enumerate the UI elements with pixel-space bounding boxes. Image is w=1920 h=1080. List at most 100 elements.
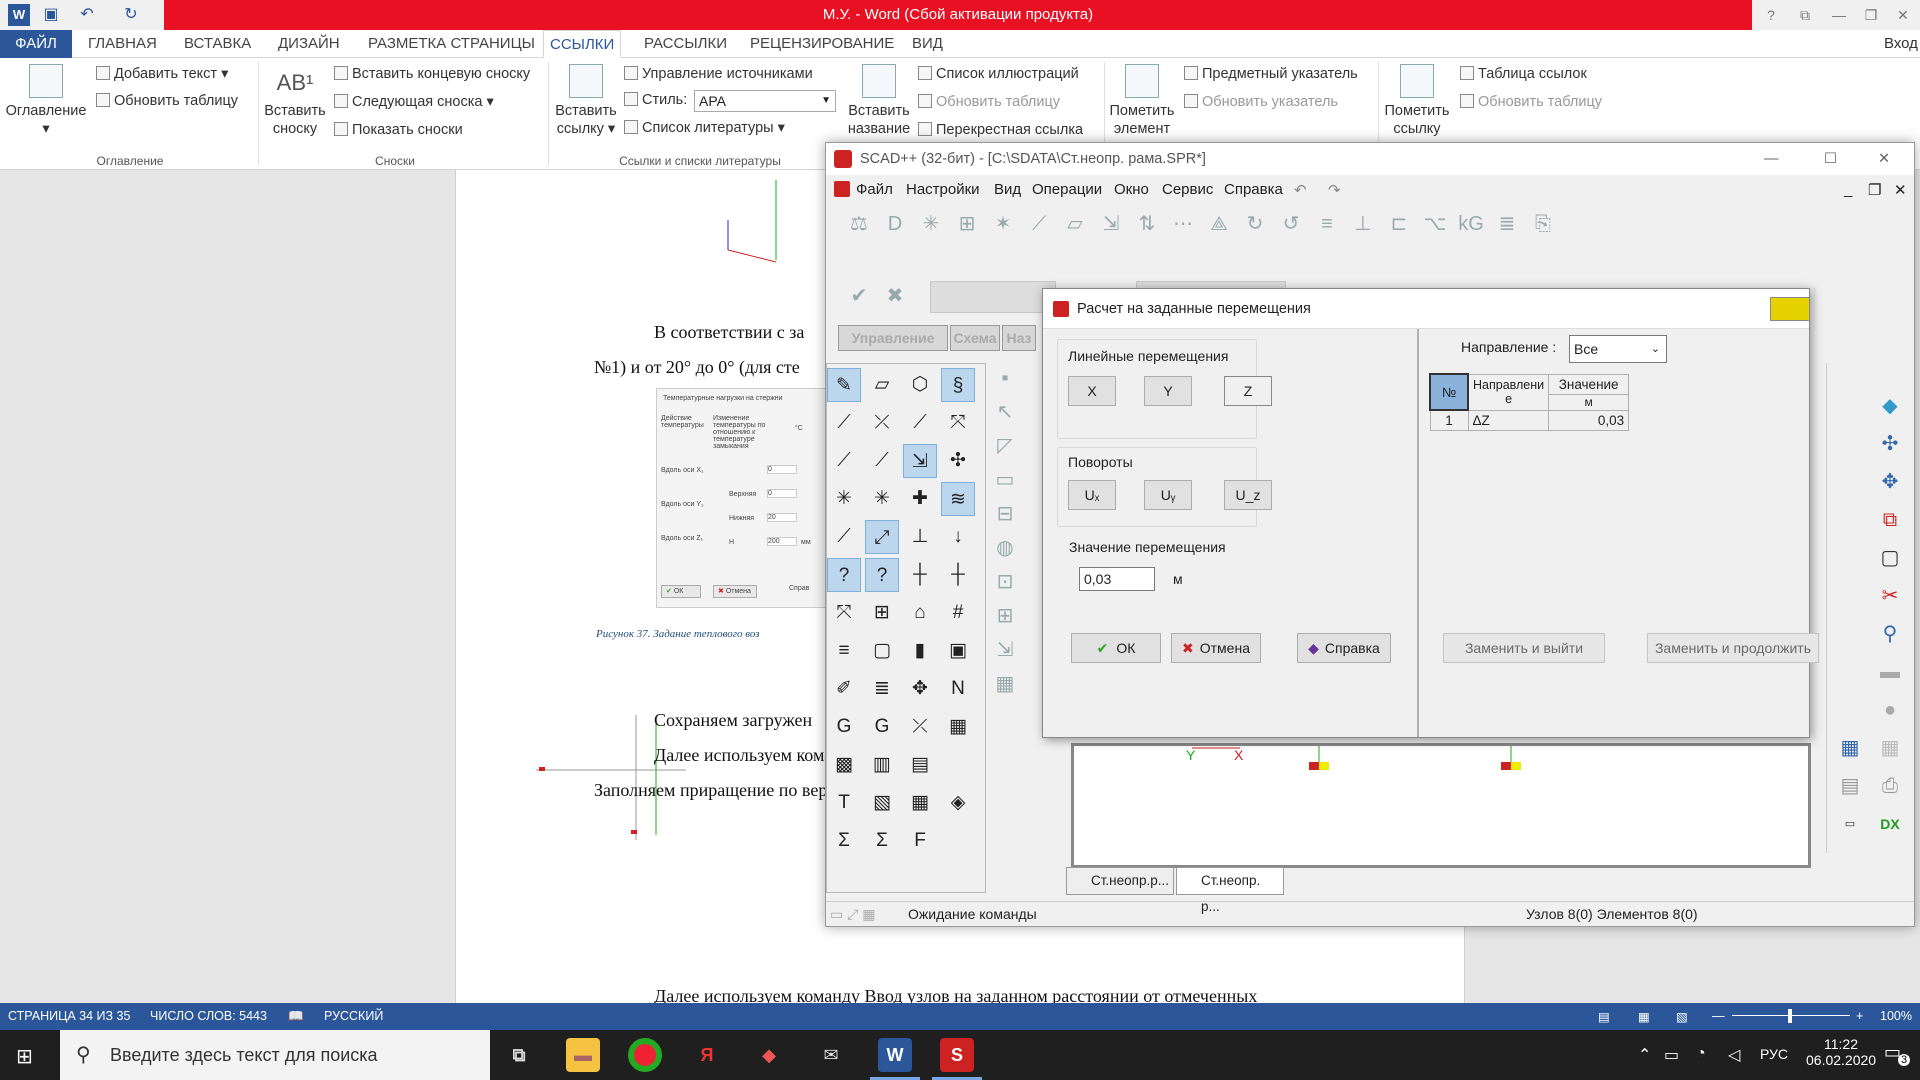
anydesk-icon[interactable]: ◆ [752,1038,786,1072]
scales-icon[interactable]: ⚖ [846,211,872,237]
bibliography-button[interactable]: Список литературы ▾ [624,120,785,136]
mail-icon[interactable]: ✉ [814,1038,848,1072]
save-icon[interactable]: ▣ [40,4,62,26]
grid-view-icon[interactable]: ▦ [1875,733,1905,763]
cross3-icon[interactable]: ┼ [941,558,975,592]
insert-caption-button[interactable]: Вставить название [844,64,914,138]
crate-icon[interactable]: ▧ [865,786,899,820]
table-row[interactable]: 1 ΔZ 0,03 [1429,409,1630,431]
color-grid-icon[interactable]: ▩ [827,748,861,782]
scad-doc-icon[interactable] [834,181,850,197]
sum-icon[interactable]: Σ [827,824,861,858]
color-table-icon[interactable]: ▤ [903,748,937,782]
folder-icon[interactable]: ▬ [1875,657,1905,687]
view-3d-icon[interactable]: ◆ [1875,391,1905,421]
mdi-close-button[interactable]: ✕ [1894,181,1907,199]
volume-icon[interactable]: ◁ [1728,1045,1740,1065]
tool-icon[interactable]: ▭ [992,467,1018,493]
table-header-direction[interactable]: Направлени е [1467,373,1550,411]
redo-icon[interactable]: ↷ [1328,181,1341,199]
transform-icon[interactable]: ⤧ [827,596,861,630]
tool-icon[interactable]: ✶ [990,211,1016,237]
tool-icon[interactable]: ⟋ [1026,211,1052,237]
tab-scheme[interactable]: Схема [950,325,1000,351]
windows-start-icon[interactable]: ⊞ [16,1044,33,1069]
show-notes-button[interactable]: Показать сноски [334,122,463,138]
stack-icon[interactable]: ≣ [865,672,899,706]
rotate-icon[interactable]: ⤢ [865,520,899,554]
taskbar-search[interactable]: ⚲ Введите здесь текст для поиска [60,1030,490,1080]
doc-tab-active[interactable]: Ст.неопр. р... [1176,867,1284,914]
read-mode-icon[interactable]: ▤ [1598,1009,1610,1024]
mark-entry-button[interactable]: Пометить элемент [1106,64,1178,138]
scad-minimize-button[interactable]: — [1764,143,1779,175]
edit-icon[interactable]: ⟋ [827,520,861,554]
scad-close-button[interactable]: ✕ [1878,143,1890,175]
table-auth-button[interactable]: Таблица ссылок [1460,66,1587,82]
insert-citation-button[interactable]: Вставить ссылку ▾ [552,64,620,138]
tool-icon[interactable]: ≣ [1494,211,1520,237]
pencil-icon[interactable]: ✎ [827,368,861,402]
move-icon[interactable]: ✥ [903,672,937,706]
task-view-icon[interactable]: ⧉ [502,1038,536,1072]
tool-icon[interactable]: kG [1458,211,1484,237]
g-icon[interactable]: G [827,710,861,744]
scissors-icon[interactable]: ✂ [1875,581,1905,611]
tab-assign[interactable]: Наз [1002,325,1036,351]
close-button[interactable]: ✕ [1888,0,1918,30]
tab-mailings[interactable]: РАССЫЛКИ [638,30,733,58]
web-layout-icon[interactable]: ▧ [1676,1009,1688,1024]
value-input[interactable]: 0,03 [1079,567,1155,591]
building-icon[interactable]: ⌂ [903,596,937,630]
tool-icon[interactable]: ⇅ [1134,211,1160,237]
cell-direction[interactable]: ΔZ [1467,409,1550,431]
cursor-icon[interactable]: ↖ [992,399,1018,425]
tab-references[interactable]: ССЫЛКИ [543,30,622,58]
ruler-icon[interactable] [1770,297,1810,321]
force-f-icon[interactable]: F [903,824,937,858]
cross-icon[interactable]: ✖ [882,283,908,309]
command-field[interactable] [930,281,1056,313]
tool-icon[interactable]: ≡ [1314,211,1340,237]
dx-button[interactable]: DX [1875,809,1905,839]
battery-icon[interactable]: ▭ [1664,1045,1679,1065]
tab-insert[interactable]: ВСТАВКА [178,30,257,58]
tool-icon[interactable]: ⊞ [992,603,1018,629]
spring-icon[interactable]: § [941,368,975,402]
tg-icon[interactable]: T [827,786,861,820]
circle-icon[interactable]: ● [1875,695,1905,725]
sign-in-link[interactable]: Вход [1878,30,1920,58]
doc-tab[interactable]: Ст.неопр.р... [1066,867,1174,895]
figures-list-button[interactable]: Список иллюстраций [918,66,1079,82]
zoom-slider-thumb[interactable] [1788,1009,1792,1023]
plate-icon[interactable]: ▱ [865,368,899,402]
ribbon-display-icon[interactable]: ⧉ [1790,0,1820,30]
table-header-value[interactable]: Значение [1548,373,1630,395]
tool-icon[interactable]: ◍ [992,535,1018,561]
help-button[interactable]: ◆ Справка [1297,633,1391,663]
mark-citation-button[interactable]: Пометить ссылку [1380,64,1454,138]
te-icon[interactable]: ⟋ [827,444,861,478]
tool-icon[interactable]: ▪ [992,365,1018,391]
menu-window[interactable]: Окно [1114,181,1149,198]
ne-icon[interactable]: ⟋ [903,406,937,440]
distributed-load-icon[interactable]: ⊥ [903,520,937,554]
tray-language[interactable]: РУС [1760,1046,1788,1062]
axis2-icon[interactable]: ✳ [865,482,899,516]
tool-icon[interactable]: ⊥ [1350,211,1376,237]
update-index-button[interactable]: Обновить указатель [1184,94,1338,110]
cell-value[interactable]: 0,03 [1548,409,1630,431]
tray-clock[interactable]: 11:22 06.02.2020 [1806,1036,1876,1068]
nodes-icon[interactable]: ⤧ [941,406,975,440]
tab-layout[interactable]: РАЗМЕТКА СТРАНИЦЫ [362,30,541,58]
cube-icon[interactable]: ▢ [865,634,899,668]
yandex-icon[interactable]: Я [690,1038,724,1072]
help-icon[interactable]: ? [1756,0,1786,30]
tab-file[interactable]: ФАЙЛ [0,30,72,58]
table-icon[interactable]: ▤ [1835,771,1865,801]
ok-button[interactable]: ✔ ОК [1071,633,1161,663]
printer-icon[interactable]: ⎙ [1875,771,1905,801]
update-table-button[interactable]: Обновить таблицу [96,93,238,109]
status-language[interactable]: РУССКИЙ [324,1009,383,1023]
x-toggle-button[interactable]: X [1068,376,1116,406]
